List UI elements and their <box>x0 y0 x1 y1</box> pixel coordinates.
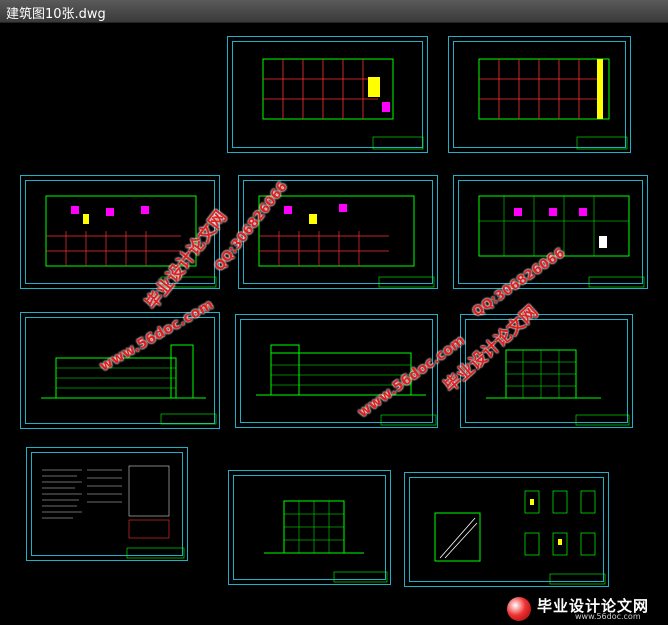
sheet-floor-plan-5[interactable] <box>453 175 648 289</box>
sheet-floor-plan-2[interactable] <box>448 36 631 153</box>
site-logo: 毕业设计论文网 www.56doc.com <box>505 595 665 623</box>
floor-plan-drawing <box>262 58 424 150</box>
logo-url: www.56doc.com <box>575 612 641 621</box>
floor-plan-drawing <box>478 58 628 150</box>
drawing-canvas[interactable]: 毕业设计论文网 QQ:306826066 www.56doc.com QQ:30… <box>0 23 668 625</box>
section-drawing <box>434 490 606 585</box>
sheet-elevation-4[interactable] <box>228 470 391 585</box>
globe-icon <box>507 597 531 621</box>
sheet-design-notes[interactable] <box>26 447 188 561</box>
sheet-section-details[interactable] <box>404 472 609 587</box>
sheet-elevation-1[interactable] <box>20 312 220 429</box>
window-title: 建筑图10张.dwg <box>6 7 106 22</box>
elevation-drawing <box>41 344 217 425</box>
sheet-floor-plan-1[interactable] <box>227 36 428 153</box>
sheet-elevation-3[interactable] <box>460 314 633 428</box>
floor-plan-drawing <box>478 195 645 288</box>
notes-drawing <box>42 465 185 559</box>
elevation-drawing <box>264 500 388 583</box>
title-bar: 建筑图10张.dwg <box>0 0 668 23</box>
